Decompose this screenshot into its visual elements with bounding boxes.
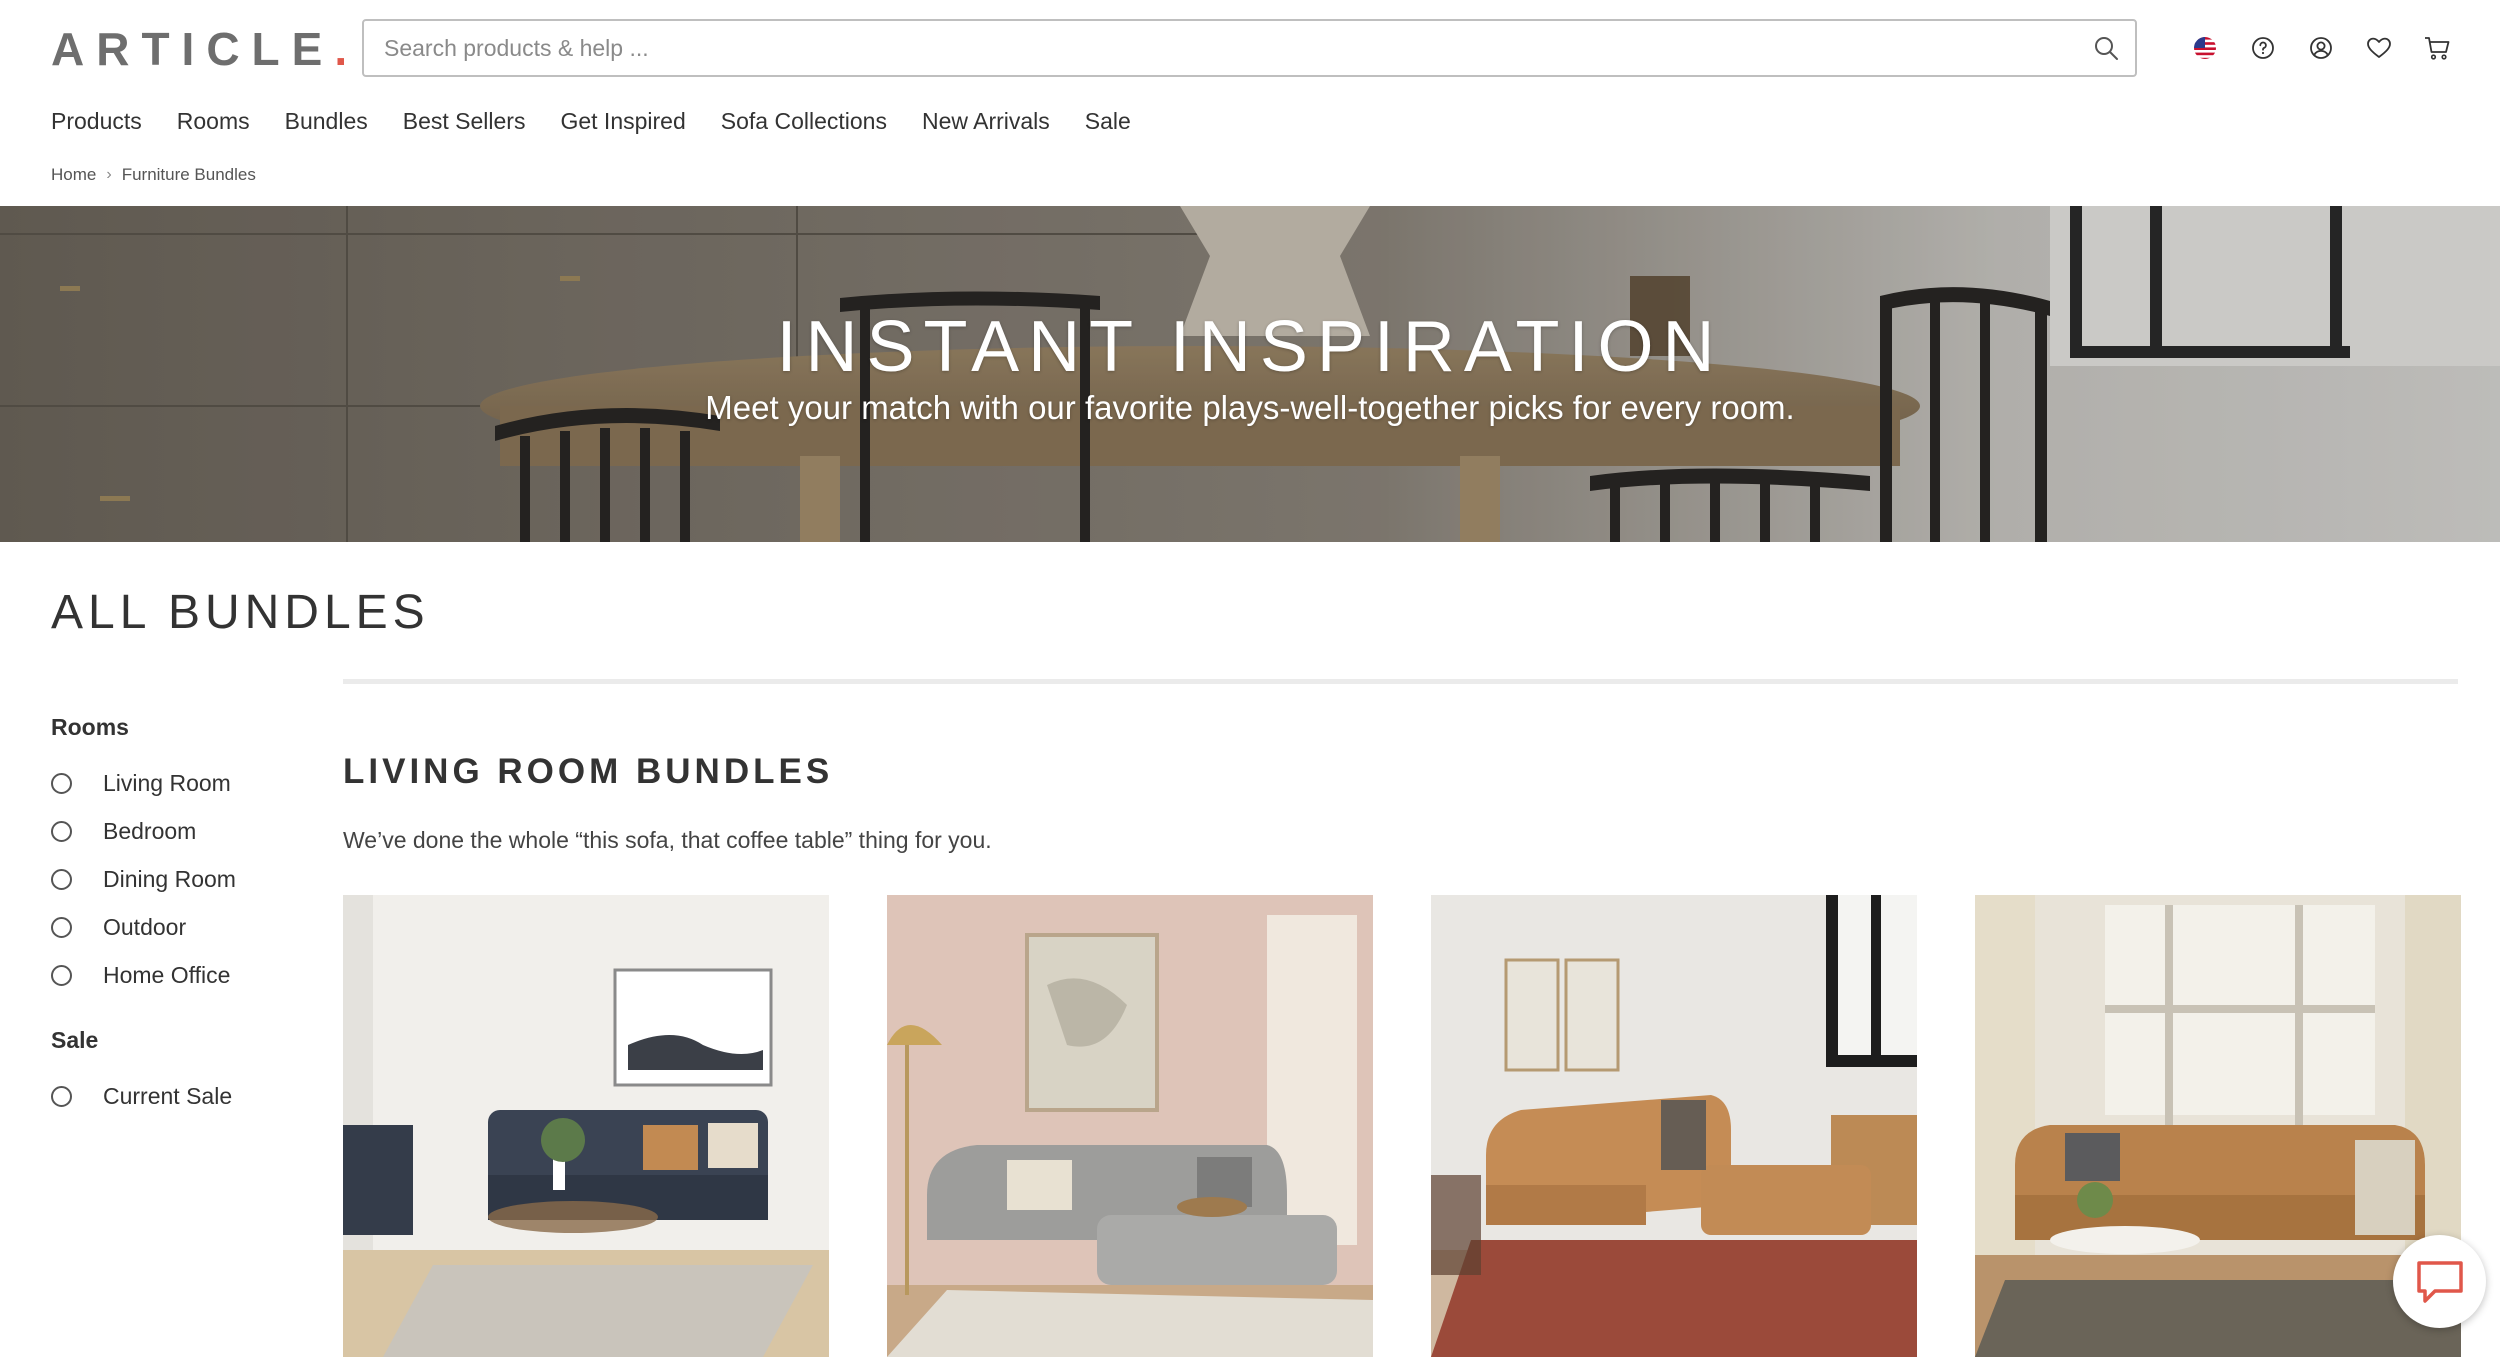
us-flag-icon[interactable] xyxy=(2176,28,2234,68)
nav-item-rooms[interactable]: Rooms xyxy=(177,108,250,135)
filter-label: Current Sale xyxy=(103,1082,233,1109)
section-description: We’ve done the whole “this sofa, that co… xyxy=(343,827,992,853)
breadcrumb: Home › Furniture Bundles xyxy=(51,165,256,185)
filter-outdoor[interactable]: Outdoor xyxy=(51,903,301,951)
bundle-card[interactable] xyxy=(1431,895,1917,1357)
search-icon[interactable] xyxy=(2077,21,2135,75)
bundle-image xyxy=(1431,895,1917,1357)
nav-item-sale[interactable]: Sale xyxy=(1085,108,1131,135)
bundle-image xyxy=(343,895,829,1357)
chat-icon xyxy=(2416,1260,2463,1303)
radio-button[interactable] xyxy=(51,868,72,890)
hero-banner: INSTANT INSPIRATION Meet your match with… xyxy=(0,206,2500,542)
filter-living-room[interactable]: Living Room xyxy=(51,759,301,807)
radio-button[interactable] xyxy=(51,772,72,794)
search-input[interactable] xyxy=(364,21,2077,75)
filter-current-sale[interactable]: Current Sale xyxy=(51,1072,301,1120)
bundle-card[interactable] xyxy=(1975,895,2461,1357)
filter-label: Dining Room xyxy=(103,865,236,892)
filter-group-sale: Sale Current Sale xyxy=(51,1027,301,1120)
radio-button[interactable] xyxy=(51,964,72,986)
filter-label: Living Room xyxy=(103,769,231,796)
divider xyxy=(343,679,2458,684)
filter-group-rooms: Rooms Living Room Bedroom Dining Room Ou… xyxy=(51,714,301,999)
nav-item-products[interactable]: Products xyxy=(51,108,142,135)
nav-item-sofa-collections[interactable]: Sofa Collections xyxy=(721,108,887,135)
filter-bedroom[interactable]: Bedroom xyxy=(51,807,301,855)
hero-subtitle: Meet your match with our favorite plays-… xyxy=(705,389,1795,426)
bundle-card[interactable] xyxy=(343,895,829,1357)
search-bar xyxy=(362,19,2137,77)
filter-label: Outdoor xyxy=(103,913,187,940)
bundle-card-grid xyxy=(343,895,2461,1357)
site-header: ARTICLE. Search products & help ... Prod… xyxy=(0,0,2500,206)
filter-heading-rooms: Rooms xyxy=(51,714,129,740)
heart-icon[interactable] xyxy=(2350,28,2408,68)
hero-title: INSTANT INSPIRATION xyxy=(776,307,1724,387)
nav-item-get-inspired[interactable]: Get Inspired xyxy=(560,108,685,135)
radio-button[interactable] xyxy=(51,916,72,938)
filter-label: Home Office xyxy=(103,961,231,988)
section-title: LIVING ROOM BUNDLES xyxy=(343,752,834,791)
filter-dining-room[interactable]: Dining Room xyxy=(51,855,301,903)
main-nav: Products Rooms Bundles Best Sellers Get … xyxy=(51,108,1166,135)
account-icon[interactable] xyxy=(2292,28,2350,68)
bundle-card[interactable] xyxy=(887,895,1373,1357)
filter-sidebar: Rooms Living Room Bedroom Dining Room Ou… xyxy=(51,714,301,1148)
filter-heading-sale: Sale xyxy=(51,1027,99,1053)
nav-item-best-sellers[interactable]: Best Sellers xyxy=(403,108,526,135)
chevron-right-icon: › xyxy=(106,166,112,183)
filter-label: Bedroom xyxy=(103,817,197,844)
breadcrumb-home[interactable]: Home xyxy=(51,165,96,185)
nav-item-bundles[interactable]: Bundles xyxy=(285,108,368,135)
breadcrumb-furniture-bundles[interactable]: Furniture Bundles xyxy=(122,165,256,185)
nav-item-new-arrivals[interactable]: New Arrivals xyxy=(922,108,1050,135)
radio-button[interactable] xyxy=(51,820,72,842)
cart-icon[interactable] xyxy=(2408,28,2466,68)
page-title: ALL BUNDLES xyxy=(51,586,430,639)
filter-home-office[interactable]: Home Office xyxy=(51,951,301,999)
bundle-image xyxy=(1975,895,2461,1357)
bundle-image xyxy=(887,895,1373,1357)
header-icons xyxy=(2176,28,2466,68)
help-icon[interactable] xyxy=(2234,28,2292,68)
chat-button[interactable] xyxy=(2393,1235,2486,1328)
article-logo[interactable]: ARTICLE. xyxy=(51,22,347,76)
radio-button[interactable] xyxy=(51,1085,72,1107)
